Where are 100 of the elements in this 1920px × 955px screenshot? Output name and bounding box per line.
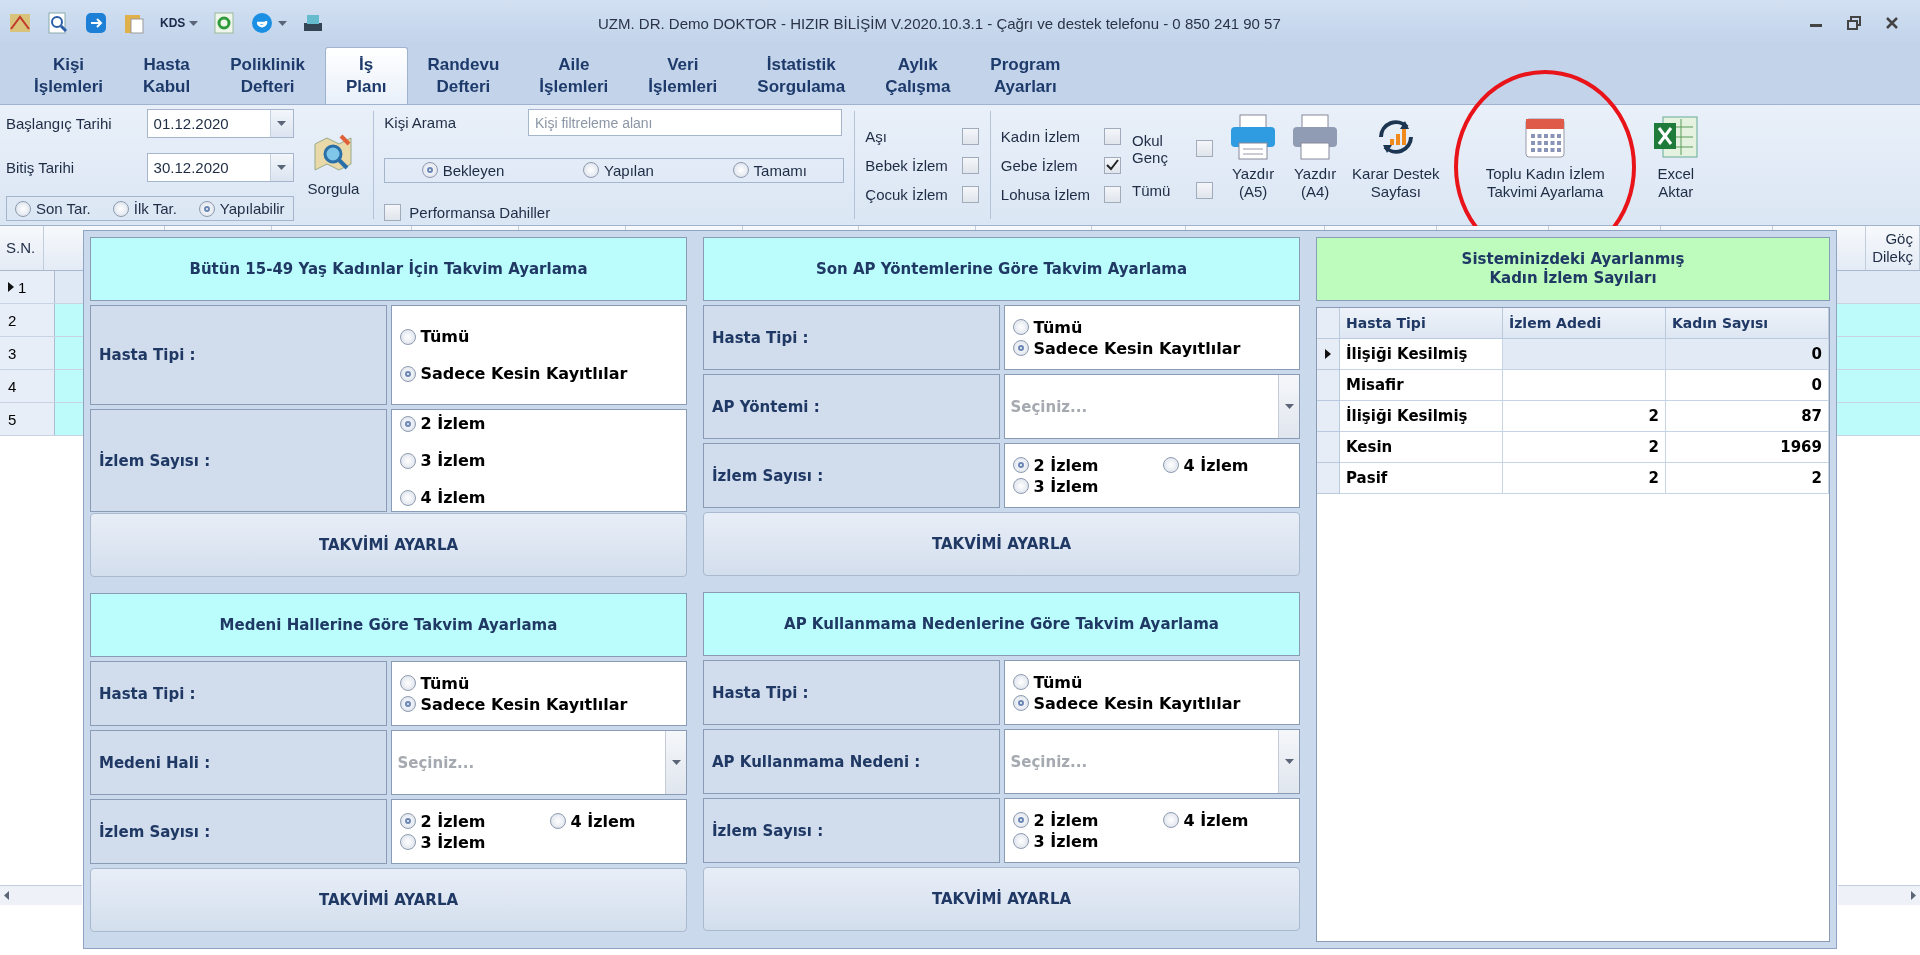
radio-option[interactable]: Yapılabilir: [198, 200, 285, 217]
radio-option[interactable]: Tümü: [399, 673, 678, 693]
radio-option[interactable]: 2 İzlem: [399, 811, 550, 831]
kds-button[interactable]: KDS: [160, 16, 186, 30]
date-label: Başlangıç Tarihi: [6, 115, 112, 132]
toolbar-button[interactable]: Yazdır (A4): [1286, 109, 1345, 221]
row-number: 5: [0, 403, 55, 435]
ribbon-tab[interactable]: İstatistik Sorgulama: [737, 48, 866, 104]
ribbon-tab[interactable]: Poliklinik Defteri: [210, 48, 325, 104]
field-label: İzlem Sayısı :: [90, 799, 387, 864]
close-icon[interactable]: [1884, 15, 1900, 31]
radio-option[interactable]: 4 İzlem: [549, 811, 678, 831]
field-label: İzlem Sayısı :: [703, 443, 1000, 508]
scrollbar-right-end[interactable]: [1838, 885, 1920, 905]
map-icon[interactable]: [8, 11, 32, 35]
toolbar-button[interactable]: Excel Aktar: [1646, 109, 1705, 221]
scroll-left-icon: [4, 891, 9, 900]
radio-option[interactable]: Son Tar.: [15, 200, 91, 217]
table-cell: 0: [1666, 339, 1829, 370]
ribbon-tab[interactable]: Kişi İşlemleri: [14, 48, 123, 104]
radio-option[interactable]: Tümü: [1012, 317, 1291, 337]
restore-icon[interactable]: [1846, 15, 1862, 31]
radio-option[interactable]: 2 İzlem: [1012, 455, 1163, 475]
section-title: Bütün 15-49 Yaş Kadınlar İçin Takvim Ayarlama: [90, 237, 687, 301]
toolbar-button[interactable]: Yazdır (A5): [1224, 109, 1283, 221]
radio-option[interactable]: İlk Tar.: [112, 200, 177, 217]
date-label: Bitiş Tarihi: [6, 158, 75, 176]
table-cell: İlişiği Kesilmiş: [1340, 401, 1503, 432]
row-selector[interactable]: [1317, 339, 1340, 370]
set-calendar-button[interactable]: TAKVİMİ AYARLA: [703, 867, 1300, 931]
checkbox[interactable]: [1196, 181, 1214, 199]
search-icon[interactable]: [46, 11, 70, 35]
radio-option[interactable]: Tamamı: [732, 161, 807, 179]
section-title: Son AP Yöntemlerine Göre Takvim Ayarlama: [703, 237, 1300, 301]
radio-option[interactable]: Sadece Kesin Kayıtlılar: [1012, 693, 1291, 713]
column-header: Göç Dilekç: [1866, 226, 1920, 270]
checkbox[interactable]: [1196, 140, 1214, 157]
checkbox[interactable]: [1104, 156, 1122, 174]
radio-option[interactable]: Bekleyen: [421, 161, 505, 179]
column-header: Hasta Tipi: [1340, 308, 1503, 339]
scrollbar-left-end[interactable]: [0, 885, 82, 905]
set-calendar-button[interactable]: TAKVİMİ AYARLA: [90, 513, 687, 577]
query-button[interactable]: Sorgula: [303, 109, 364, 221]
field-label: Hasta Tipi :: [703, 660, 1000, 725]
radio-option[interactable]: 4 İzlem: [1162, 810, 1291, 830]
dropdown-caret-icon: [1284, 404, 1294, 409]
toolbar-button[interactable]: Karar Destek Sayfası: [1348, 109, 1444, 221]
ribbon-tab[interactable]: İş Planı: [324, 47, 408, 104]
radio-option[interactable]: Tümü: [1012, 672, 1291, 692]
row-number: 3: [0, 337, 55, 369]
radio-option[interactable]: 3 İzlem: [399, 832, 550, 852]
field-label: İzlem Sayısı :: [703, 798, 1000, 863]
ribbon-tab[interactable]: Veri İşlemleri: [628, 48, 738, 104]
set-calendar-button[interactable]: TAKVİMİ AYARLA: [703, 512, 1300, 576]
column-header: S.N.: [0, 226, 44, 270]
radio-option[interactable]: Tümü: [399, 327, 678, 346]
date-field[interactable]: 01.12.2020: [146, 109, 294, 138]
ribbon-tab[interactable]: Randevu Defteri: [407, 48, 520, 104]
radio-option[interactable]: 3 İzlem: [1012, 831, 1163, 851]
radio-option[interactable]: 3 İzlem: [1012, 476, 1163, 496]
checkbox[interactable]: [961, 127, 979, 145]
ribbon-tab[interactable]: Aylık Çalışma: [865, 48, 971, 104]
caret-icon: [277, 121, 287, 126]
table-cell: 1969: [1666, 432, 1829, 463]
checkbox[interactable]: [1104, 127, 1122, 145]
field-label: Medeni Hali :: [90, 730, 387, 795]
search-field[interactable]: Kişi filtreleme alanı: [528, 109, 842, 136]
radio-option[interactable]: 2 İzlem: [399, 414, 678, 433]
section-title: AP Kullanmama Nedenlerine Göre Takvim Ayarlama: [703, 592, 1300, 656]
table-cell: 2: [1503, 401, 1666, 432]
ribbon-tab[interactable]: Hasta Kabul: [123, 48, 211, 104]
radio-option[interactable]: Sadece Kesin Kayıtlılar: [399, 694, 678, 714]
summary-title: Sisteminizdeki Ayarlanmış Kadın İzlem Sayıları: [1316, 237, 1830, 301]
checkbox[interactable]: [961, 185, 979, 203]
set-calendar-button[interactable]: TAKVİMİ AYARLA: [90, 868, 687, 932]
remote-icon[interactable]: [84, 11, 108, 35]
radio-option[interactable]: Sadece Kesin Kayıtlılar: [1012, 338, 1291, 358]
radio-option[interactable]: 3 İzlem: [399, 451, 678, 470]
radio-option[interactable]: 4 İzlem: [399, 488, 678, 507]
checkbox[interactable]: [1104, 185, 1122, 203]
ribbon-tab[interactable]: Program Ayarları: [970, 48, 1081, 104]
field-label: AP Kullanmama Nedeni :: [703, 729, 1000, 794]
field-label: Hasta Tipi :: [90, 661, 387, 726]
checkbox-label: Aşı: [865, 127, 888, 145]
ribbon-tab[interactable]: Aile İşlemleri: [519, 48, 629, 104]
date-field[interactable]: 30.12.2020: [146, 152, 294, 182]
radio-option[interactable]: 2 İzlem: [1012, 810, 1163, 830]
table-cell: Pasif: [1340, 463, 1503, 494]
checkbox[interactable]: [384, 204, 402, 221]
row-number: 2: [0, 304, 55, 336]
radio-option[interactable]: Yapılan: [583, 161, 654, 179]
checkbox[interactable]: [961, 156, 979, 174]
table-cell: Kesin: [1340, 432, 1503, 463]
radio-option[interactable]: 4 İzlem: [1162, 455, 1291, 475]
browser-icon[interactable]: [250, 11, 275, 35]
recycle-icon[interactable]: [212, 11, 237, 35]
table-cell: İlişiği Kesilmiş: [1340, 339, 1503, 370]
radio-option[interactable]: Sadece Kesin Kayıtlılar: [399, 364, 678, 383]
checkbox-label: Bebek İzlem: [865, 156, 948, 174]
toolbar-button[interactable]: Toplu Kadın İzlem Takvimi Ayarlama: [1481, 109, 1609, 221]
